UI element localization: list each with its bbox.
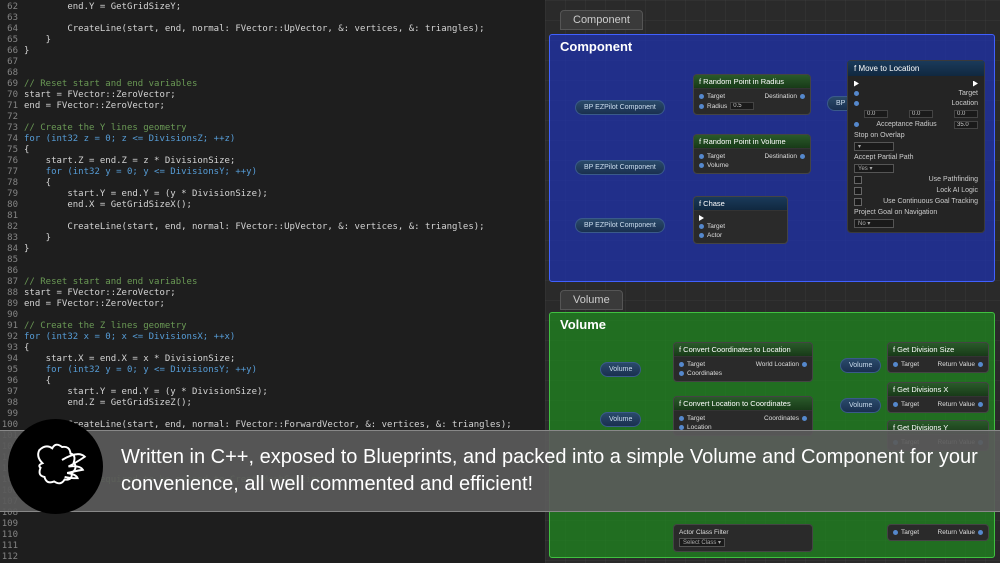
node-header: f Random Point in Radius xyxy=(694,75,810,89)
loc-y[interactable] xyxy=(909,110,933,118)
lbl-use-path: Use Pathfinding xyxy=(929,176,978,183)
pin-actor: Actor xyxy=(707,232,722,239)
pin-ret: Return Value xyxy=(938,361,975,368)
stop-overlap-select[interactable]: ▾ xyxy=(854,142,894,151)
node-bottom-right[interactable]: Target Return Value xyxy=(887,524,989,541)
pin-accept: Acceptance Radius xyxy=(876,121,936,128)
pin-ret: Return Value xyxy=(938,401,975,408)
accept-input[interactable] xyxy=(954,121,978,129)
chk-cont[interactable] xyxy=(854,198,862,206)
ref-ezpilot-3[interactable]: BP EZPilot Component xyxy=(575,218,665,233)
pin-coords: Coordinates xyxy=(687,370,722,377)
node-header: f Get Divisions X xyxy=(888,383,988,397)
banner-text: Written in C++, exposed to Blueprints, a… xyxy=(121,444,980,498)
pin-coords: Coordinates xyxy=(764,415,799,422)
node-conv-coords-loc[interactable]: f Convert Coordinates to Location Target… xyxy=(673,342,813,382)
ref-volume-2[interactable]: Volume xyxy=(600,412,641,427)
lbl-proj-goal: Project Goal on Navigation xyxy=(854,209,937,216)
node-header: f Convert Location to Coordinates xyxy=(674,397,812,411)
pin-target: Target xyxy=(687,361,705,368)
pin-target: Target xyxy=(687,415,705,422)
pin-target: Target xyxy=(707,153,725,160)
promo-banner: Written in C++, exposed to Blueprints, a… xyxy=(0,430,1000,512)
chk-lockai[interactable] xyxy=(854,187,862,195)
node-random-volume[interactable]: f Random Point in Volume Target Destinati… xyxy=(693,134,811,174)
lbl-stop-overlap: Stop on Overlap xyxy=(854,132,905,139)
pin-world: World Location xyxy=(756,361,799,368)
lbl-cont-track: Use Continuous Goal Tracking xyxy=(883,198,978,205)
node-header: f Get Division Size xyxy=(888,343,988,357)
lbl-actor-filter: Actor Class Filter xyxy=(679,529,728,536)
ref-volume-4[interactable]: Volume xyxy=(840,398,881,413)
node-actor-filter[interactable]: Actor Class Filter Select Class ▾ xyxy=(673,524,813,552)
partial-select[interactable]: Yes ▾ xyxy=(854,164,894,173)
proj-select[interactable]: No ▾ xyxy=(854,219,894,228)
node-div-x[interactable]: f Get Divisions X Target Return Value xyxy=(887,382,989,413)
actor-class-select[interactable]: Select Class ▾ xyxy=(679,538,725,547)
node-header: f Move to Location xyxy=(848,61,984,76)
section-label-component: Component xyxy=(550,35,994,58)
ref-volume-1[interactable]: Volume xyxy=(600,362,641,377)
pin-ret: Return Value xyxy=(938,529,975,536)
pin-dest: Destination xyxy=(764,153,797,160)
loc-x[interactable] xyxy=(864,110,888,118)
pin-dest: Destination xyxy=(764,93,797,100)
brand-logo xyxy=(8,419,103,514)
pin-target: Target xyxy=(707,93,725,100)
chk-pathfinding[interactable] xyxy=(854,176,862,184)
ref-volume-3[interactable]: Volume xyxy=(840,358,881,373)
ref-ezpilot-1[interactable]: BP EZPilot Component xyxy=(575,100,665,115)
node-header: f Convert Coordinates to Location xyxy=(674,343,812,357)
node-header: f Chase xyxy=(694,197,787,211)
tab-volume[interactable]: Volume xyxy=(560,290,623,310)
pin-target: Target xyxy=(901,361,919,368)
brain-wing-icon xyxy=(23,434,88,499)
lbl-accept-partial: Accept Partial Path xyxy=(854,154,914,161)
tab-component[interactable]: Component xyxy=(560,10,643,30)
node-move-to-location[interactable]: f Move to Location Target Location Accep… xyxy=(847,60,985,233)
node-div-size[interactable]: f Get Division Size Target Return Value xyxy=(887,342,989,373)
pin-location: Location xyxy=(952,100,978,107)
pin-target: Target xyxy=(901,529,919,536)
node-header: f Random Point in Volume xyxy=(694,135,810,149)
node-chase[interactable]: f Chase Target Actor xyxy=(693,196,788,244)
lbl-lock-ai: Lock AI Logic xyxy=(936,187,978,194)
radius-input[interactable] xyxy=(730,102,754,110)
pin-volume: Volume xyxy=(707,162,729,169)
pin-target: Target xyxy=(901,401,919,408)
node-random-radius[interactable]: f Random Point in Radius Target Destinati… xyxy=(693,74,811,115)
pin-radius: Radius xyxy=(707,103,727,110)
section-label-volume: Volume xyxy=(550,313,994,336)
pin-target: Target xyxy=(959,90,978,97)
loc-z[interactable] xyxy=(954,110,978,118)
ref-ezpilot-2[interactable]: BP EZPilot Component xyxy=(575,160,665,175)
pin-target: Target xyxy=(707,223,725,230)
